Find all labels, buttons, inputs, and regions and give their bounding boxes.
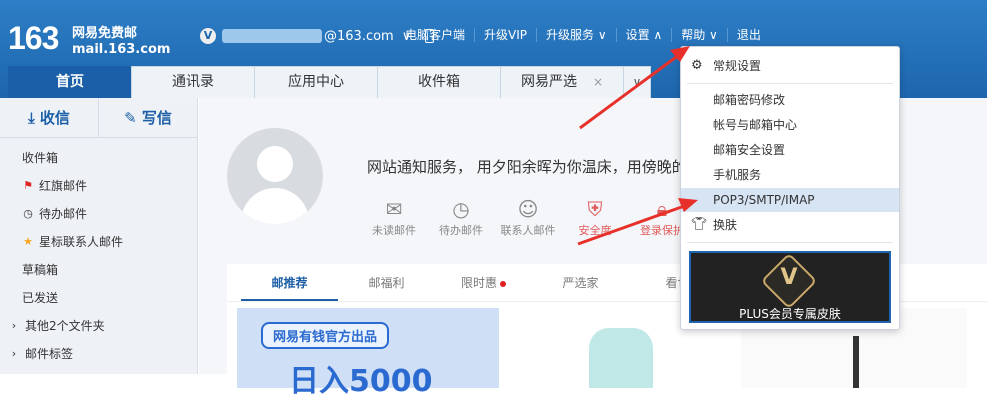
card-tab-recommend[interactable]: 邮推荐 — [241, 264, 338, 301]
gear-icon: ⚙ — [691, 58, 703, 73]
quick-label: 安全度 — [578, 224, 612, 237]
nav-desktop-client[interactable]: 电脑客户端 — [396, 28, 474, 42]
sidebar: ⤓ 收信 ✎ 写信 收件箱 ⚑ 红旗邮件 ◷ 待办邮件 ★ 星标联系人邮件 草稿箱 已… — [0, 98, 198, 374]
sidebar-item-label: 待办邮件 — [39, 207, 88, 221]
promo-tag: 网易有钱官方出品 — [261, 322, 390, 349]
menu-account-center[interactable]: 帐号与邮箱中心 — [681, 113, 899, 137]
sidebar-item-inbox[interactable]: 收件箱 — [0, 144, 197, 172]
tab-yanxuan-label: 网易严选 — [520, 74, 577, 90]
sidebar-item-label: 已发送 — [22, 291, 59, 305]
caret-right-icon[interactable]: › — [8, 340, 20, 368]
nav-upgrade-service[interactable]: 升级服务 ∨ — [536, 28, 616, 42]
quick-links: ✉ 未读邮件 ◷ 待办邮件 ☺ 联系人邮件 ⛨ 安全度 🔒︎ 登录保护 — [361, 196, 696, 238]
menu-item-label: 常规设置 — [713, 59, 762, 73]
sidebar-item-label: 邮件标签 — [25, 347, 74, 361]
sidebar-item-drafts[interactable]: 草稿箱 — [0, 256, 197, 284]
menu-item-label: 换肤 — [713, 218, 738, 232]
notice-text[interactable]: 网站通知服务， 用夕阳余晖为你温床，用傍晚的 — [367, 156, 687, 177]
logo-line-1: 网易免费邮 — [72, 26, 138, 41]
star-icon: ★ — [23, 235, 33, 248]
menu-security-settings[interactable]: 邮箱安全设置 — [681, 138, 899, 162]
avatar-head — [257, 146, 293, 182]
sidebar-item-label: 其他2个文件夹 — [25, 319, 105, 333]
red-dot-badge — [500, 280, 506, 287]
tab-yanxuan[interactable]: 网易严选 × — [500, 66, 624, 98]
menu-general-settings[interactable]: ⚙ 常规设置 — [681, 54, 899, 78]
banner-text: PLUS会员专属皮肤 — [739, 307, 841, 321]
caret-right-icon[interactable]: › — [8, 312, 20, 340]
sidebar-actions: ⤓ 收信 ✎ 写信 — [0, 98, 197, 138]
receive-label: 收信 — [39, 109, 70, 127]
sidebar-item-todo[interactable]: ◷ 待办邮件 — [0, 200, 197, 228]
logo-text: 网易免费邮 mail.163.com — [72, 26, 170, 58]
sidebar-item-sent[interactable]: 已发送 — [0, 284, 197, 312]
promo-banner-finance[interactable]: 网易有钱官方出品 日入5000 — [237, 308, 499, 399]
quick-unread[interactable]: ✉ 未读邮件 — [361, 196, 427, 238]
tab-app-center[interactable]: 应用中心 — [254, 66, 378, 98]
tab-contacts[interactable]: 通讯录 — [131, 66, 255, 98]
plus-skin-banner[interactable]: V PLUS会员专属皮肤 — [689, 251, 891, 323]
logo-163[interactable]: 163 — [8, 20, 59, 57]
sidebar-item-label: 草稿箱 — [22, 263, 59, 277]
card-tab-yanxuan[interactable]: 严选家 — [532, 264, 629, 301]
menu-mobile-service[interactable]: 手机服务 — [681, 163, 899, 187]
banner-v-letter: V — [780, 265, 798, 290]
tab-inbox[interactable]: 收件箱 — [377, 66, 501, 98]
quick-security[interactable]: ⛨ 安全度 — [562, 196, 628, 238]
sidebar-item-tags[interactable]: › 邮件标签 — [0, 340, 197, 368]
close-icon[interactable]: × — [593, 75, 603, 89]
quick-label: 未读邮件 — [372, 224, 416, 237]
tab-bar: 首页 通讯录 应用中心 收件箱 网易严选 × ∨ — [8, 66, 651, 98]
contact-star-icon: ☺ — [517, 197, 539, 221]
edit-icon: ✎ — [124, 109, 142, 127]
sidebar-item-label: 收件箱 — [22, 151, 59, 165]
email-suffix: @163.com — [324, 28, 394, 44]
shield-icon: ⛨ — [587, 197, 603, 221]
clock-icon: ◷ — [452, 197, 470, 221]
vip-badge-icon: V — [200, 28, 216, 44]
top-nav: 电脑客户端 升级VIP 升级服务 ∨ 设置 ∧ 帮助 ∨ 退出 — [396, 28, 770, 42]
menu-skin[interactable]: 👕︎ 换肤 — [681, 213, 899, 237]
flag-icon: ⚑ — [23, 179, 33, 192]
quick-label: 联系人邮件 — [500, 224, 556, 237]
card-tab-label: 限时惠 — [460, 276, 497, 290]
quick-label: 待办邮件 — [439, 224, 483, 237]
envelope-icon: ✉ — [385, 197, 403, 221]
nav-help[interactable]: 帮助 ∨ — [671, 28, 727, 42]
sidebar-item-starred[interactable]: ★ 星标联系人邮件 — [0, 228, 197, 256]
sidebar-item-label: 星标联系人邮件 — [39, 235, 124, 249]
avatar-body — [241, 188, 309, 224]
menu-divider — [687, 83, 893, 84]
compose-button[interactable]: ✎ 写信 — [99, 98, 197, 137]
quick-contact-mail[interactable]: ☺ 联系人邮件 — [495, 196, 561, 238]
tab-more-chevron-down-icon[interactable]: ∨ — [623, 66, 651, 98]
promo-headline: 日入5000 — [289, 364, 433, 399]
logo-line-2: mail.163.com — [72, 42, 171, 57]
card-tab-limited[interactable]: 限时惠 — [435, 264, 532, 301]
card-tab-welfare[interactable]: 邮福利 — [338, 264, 435, 301]
tshirt-icon: 👕︎ — [691, 217, 708, 232]
receive-button[interactable]: ⤓ 收信 — [0, 98, 99, 137]
device-image — [853, 336, 859, 388]
sidebar-item-other-folders[interactable]: › 其他2个文件夹 — [0, 312, 197, 340]
menu-change-password[interactable]: 邮箱密码修改 — [681, 88, 899, 112]
clock-icon: ◷ — [23, 207, 33, 220]
quick-todo[interactable]: ◷ 待办邮件 — [428, 196, 494, 238]
nav-logout[interactable]: 退出 — [726, 28, 770, 42]
avatar[interactable] — [227, 128, 323, 224]
redacted-username — [222, 29, 322, 43]
slipper-image — [589, 328, 653, 388]
sidebar-item-flagged[interactable]: ⚑ 红旗邮件 — [0, 172, 197, 200]
nav-settings[interactable]: 设置 ∧ — [615, 28, 672, 42]
menu-divider — [687, 242, 893, 243]
sidebar-item-label: 红旗邮件 — [39, 179, 88, 193]
compose-label: 写信 — [141, 109, 172, 127]
download-icon: ⤓ — [28, 109, 40, 127]
tab-home[interactable]: 首页 — [8, 66, 132, 98]
settings-dropdown: ⚙ 常规设置 邮箱密码修改 帐号与邮箱中心 邮箱安全设置 手机服务 POP3/SM… — [680, 46, 900, 330]
nav-upgrade-vip[interactable]: 升级VIP — [474, 28, 536, 42]
menu-pop3-smtp-imap[interactable]: POP3/SMTP/IMAP — [681, 188, 899, 212]
